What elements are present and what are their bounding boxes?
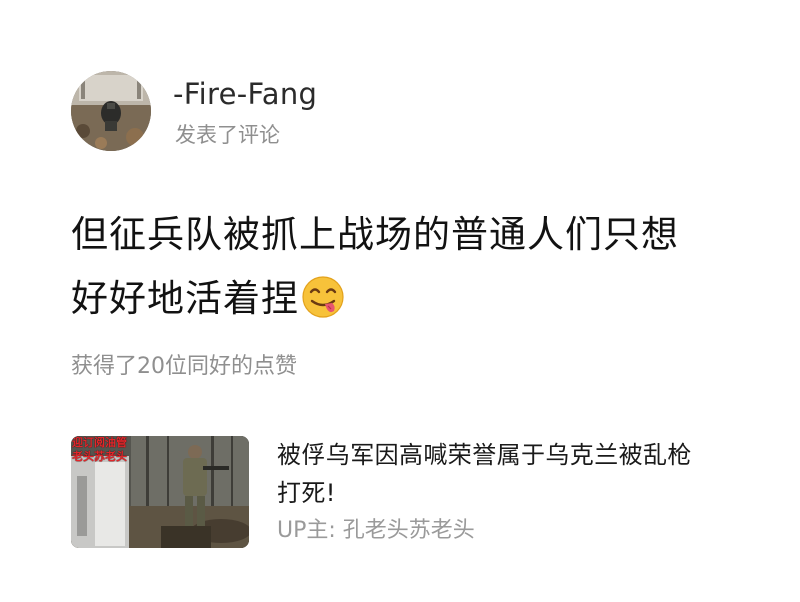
savoring-food-face-icon bbox=[301, 275, 345, 339]
thumbnail-caption: 老头苏老头 bbox=[72, 450, 127, 463]
video-title-line: 被俘乌军因高喊荣誉属于乌克兰被乱枪 bbox=[277, 441, 692, 469]
comment-text: 但征兵队被抓上战场的普通人们只想 好好地活着捏 bbox=[71, 203, 751, 339]
comment-line-text: 好好地活着捏 bbox=[71, 277, 299, 320]
likes-count: 获得了20位同好的点赞 bbox=[71, 354, 297, 379]
video-thumbnail[interactable]: 迎订阅油管 老头苏老头 bbox=[71, 436, 249, 548]
video-title-line: 打死! bbox=[277, 479, 336, 507]
comment-line: 好好地活着捏 bbox=[71, 267, 751, 339]
linked-video-card[interactable]: 迎订阅油管 老头苏老头 被俘乌军因高喊荣誉属于乌克兰被乱枪 打死! UP主: 孔… bbox=[71, 436, 751, 548]
comment-page: -Fire-Fang 发表了评论 但征兵队被抓上战场的普通人们只想 好好地活着捏… bbox=[0, 0, 800, 602]
action-text: 发表了评论 bbox=[175, 123, 280, 147]
thumbnail-caption: 迎订阅油管 bbox=[72, 436, 127, 449]
video-title[interactable]: 被俘乌军因高喊荣誉属于乌克兰被乱枪 打死! bbox=[277, 436, 747, 512]
avatar[interactable] bbox=[71, 71, 151, 151]
username[interactable]: -Fire-Fang bbox=[173, 76, 317, 112]
comment-line: 但征兵队被抓上战场的普通人们只想 bbox=[71, 213, 679, 256]
video-uploader[interactable]: UP主: 孔老头苏老头 bbox=[277, 516, 475, 546]
